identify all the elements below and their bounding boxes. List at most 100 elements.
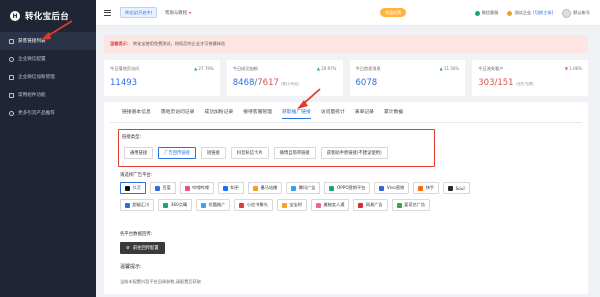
link-type-options: 通用链接 广告回传链接 短链接 抖音私信卡片 微博自简单链接 获客助手原链接(不… [124,147,388,159]
platform-button[interactable]: OPPO营销平台 [324,182,371,194]
divider [110,122,582,123]
platform-label: OPPO营销平台 [336,185,366,190]
platform-button[interactable]: 网易广告 [353,199,388,211]
link-type-weibo-button[interactable]: 微博自简单链接 [273,147,316,159]
trend-up-icon: ▲ [194,66,198,71]
switch-link[interactable]: [切换主体] [533,10,553,16]
platform-button[interactable]: 知乎 [218,182,244,194]
sidebar-item-link-list[interactable]: 获客链接列表 [0,32,96,50]
trend-down-icon: ▼ [564,66,568,71]
platform-label: 快手 [425,185,435,190]
platform-button[interactable]: 爱奇艺广告 [391,199,431,211]
link-type-general-button[interactable]: 通用链接 [124,147,154,159]
stats-row: 今日落地页访问 ▲ 27.79% 11493 今日成功加粉 ▲ 20.97% 8… [104,60,588,96]
wechat-service-label: 微信客服 [481,10,499,15]
sidebar-item-label: 企业微信配置 [18,57,46,62]
platform-button[interactable]: 快手 [413,182,440,194]
recharge-button[interactable]: 充值续费 [380,8,406,18]
link-type-short-button[interactable]: 短链接 [200,147,226,159]
platform-logo-icon [448,185,454,191]
platform-button[interactable]: 墨马站播 [247,182,283,194]
platform-button[interactable]: 优酷推广 [196,199,231,211]
tab-fans-records[interactable]: 成功加粉记录 [204,108,233,118]
tab-bar: 链接基本信息 落地页访问记录 成功加粉记录 接待客服管理 获取推广链接 访问量统… [122,106,403,120]
platform-config-label: 各平台数据回传: [120,232,153,237]
platform-button[interactable]: 腾讯广告 [286,182,321,194]
platform-button[interactable]: Soul [443,182,470,194]
sidebar-item-label: 常用组件功能 [18,93,46,98]
tab-cumulative[interactable]: 累计数据 [384,108,403,118]
sidebar-item-wechat-config[interactable]: 企业微信配置 [0,50,96,68]
wechat-icon [474,10,480,16]
goto-config-button[interactable]: ⚙ 前往回传配置 [120,242,165,254]
platform-label: 超级汇川 [132,202,150,207]
link-type-label: 链接类型: [122,135,142,140]
platform-label: 哔哩哔哩 [192,185,210,190]
platform-button[interactable]: 哔哩哔哩 [179,182,215,194]
tab-landing-visits[interactable]: 落地页访问记录 [161,108,195,118]
platform-logo-icon [163,202,169,208]
menu-icon[interactable] [104,9,111,16]
stat-card-messages: 今日首发消息 ▲ 11.56% 6078 [349,60,466,96]
users-icon [9,74,14,80]
stat-trend: ▼ 1.06% [564,66,582,71]
platform-logo-icon [291,185,297,191]
sidebar-item-fans-manage[interactable]: 企业微信加粉管理 [0,68,96,86]
platform-logo-icon [125,185,130,191]
platform-logo-icon [125,202,130,208]
brand: H 转化宝后台 [0,0,96,32]
help-menu[interactable]: 帮助与教程 ▾ [165,10,191,16]
wechat-service-link[interactable]: 微信客服 [474,10,499,16]
platform-label: 墨马站播 [260,185,278,190]
company-icon [507,10,513,16]
platform-logo-icon [418,185,424,191]
platform-button[interactable]: Vivo营销 [374,182,410,194]
stat-trend: ▲ 27.79% [194,66,214,71]
platform-logo-icon [252,185,258,191]
platform-label: 小红书聚光 [246,202,268,207]
tab-promo-link[interactable]: 获取推广链接 [281,108,311,119]
stat-card-fans: 今日成功加粉 ▲ 20.97% 8468/7617 (累计/有效) [226,60,343,96]
sidebar-item-components[interactable]: 常用组件功能 [0,86,96,104]
platform-row-1: 抖音 百度 哔哩哔哩 知乎 墨马站播 腾讯广告 OPPO营销平台 Vivo营销 快手 Soul [120,182,470,194]
platform-logo-icon [239,202,245,208]
stat-value: 6078 [355,78,378,88]
platform-logo-icon [379,185,385,191]
goto-config-label: 前往回传配置 [132,246,159,251]
grid-icon [9,92,14,98]
chat-icon [9,56,14,62]
tab-visit-stats[interactable]: 访问量统计 [321,108,345,118]
hint-title: 温馨提示: [120,264,142,270]
platform-button[interactable]: 百度 [149,182,176,194]
platform-button[interactable]: 超级汇川 [120,199,155,211]
platform-button[interactable]: 抖音 [120,182,146,194]
tab-form-records[interactable]: 表单记录 [355,108,374,118]
sidebar-item-more-products[interactable]: 更多引流产品推荐 [0,104,96,122]
platform-button[interactable]: 小红书聚光 [234,199,273,211]
platform-button[interactable]: 360点睛 [158,199,193,211]
sidebar-item-label: 企业微信加粉管理 [18,75,55,80]
link-type-ad-callback-button[interactable]: 广告回传链接 [158,147,196,159]
platform-label: 美柚女人通 [323,202,345,207]
platform-button[interactable]: 美柚女人通 [310,199,350,211]
platform-logo-icon [223,185,229,191]
platform-label: Vivo营销 [386,185,405,190]
platform-label: 百度 [162,185,171,190]
sidebar: H 转化宝后台 获客链接列表 企业微信配置 企业微信加粉管理 常用组件功能 更多… [0,0,96,297]
help-label: 帮助与教程 [165,10,188,16]
stat-trend: ▲ 11.56% [439,66,460,71]
notice-text: 转化宝使用免费测试，授权后的企业才可快捷体验 [132,41,226,46]
user-name: 默认帐号 [573,10,590,15]
user-menu[interactable]: 默认帐号 [562,8,590,18]
link-type-assistant-button[interactable]: 获客助手原链接(不建议使用) [320,147,388,159]
platform-logo-icon [184,185,190,191]
sidebar-item-label: 更多引流产品推荐 [18,111,55,116]
company-switcher[interactable]: 测试企业 [切换主体] [507,10,553,16]
link-type-douyin-card-button[interactable]: 抖音私信卡片 [230,147,269,159]
platform-label: 抖音 [132,185,141,190]
platform-button[interactable]: 宝宝树 [276,199,307,211]
stat-value: 303/151 (流失/拉黑) [478,78,534,88]
tab-basic-info[interactable]: 链接基本信息 [122,108,151,118]
tab-service-manage[interactable]: 接待客服管理 [243,108,272,118]
trend-up-icon: ▲ [316,66,320,71]
